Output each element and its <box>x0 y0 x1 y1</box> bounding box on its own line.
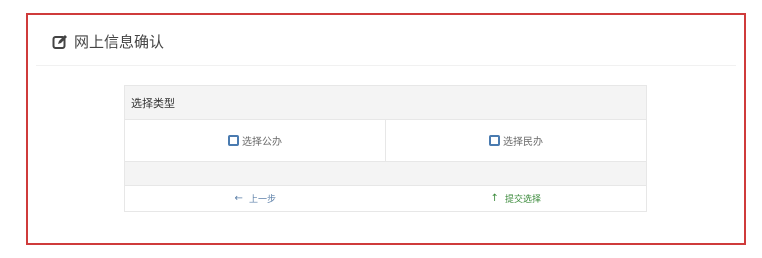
title-divider <box>36 65 736 66</box>
panel-header-text: 选择类型 <box>131 96 175 110</box>
selection-panel: 选择类型 选择公办 选择民办 ← 上一步 ↑ 提交选择 <box>124 85 647 212</box>
edit-icon <box>52 34 67 49</box>
radio-icon[interactable] <box>228 135 239 146</box>
page-title: 网上信息确认 <box>52 31 164 52</box>
arrow-left-icon: ← <box>234 192 243 204</box>
actions-row: ← 上一步 ↑ 提交选择 <box>125 186 646 211</box>
prev-step-label: 上一步 <box>248 195 276 205</box>
submit-selection-label: 提交选择 <box>504 195 541 205</box>
panel-header: 选择类型 <box>125 86 646 120</box>
option-public[interactable]: 选择公办 <box>125 120 385 161</box>
confirmation-frame: 网上信息确认 选择类型 选择公办 选择民办 ← 上一步 ↑ 提交选择 <box>26 13 746 245</box>
arrow-up-icon: ↑ <box>490 192 499 204</box>
submit-selection-button[interactable]: ↑ 提交选择 <box>386 186 647 211</box>
prev-step-button[interactable]: ← 上一步 <box>125 186 386 211</box>
option-private[interactable]: 选择民办 <box>385 120 646 161</box>
option-public-label: 选择公办 <box>242 137 282 148</box>
spacer-row <box>125 162 646 186</box>
radio-icon[interactable] <box>489 135 500 146</box>
options-row: 选择公办 选择民办 <box>125 120 646 162</box>
option-private-label: 选择民办 <box>503 137 543 148</box>
page-title-text: 网上信息确认 <box>74 33 165 51</box>
